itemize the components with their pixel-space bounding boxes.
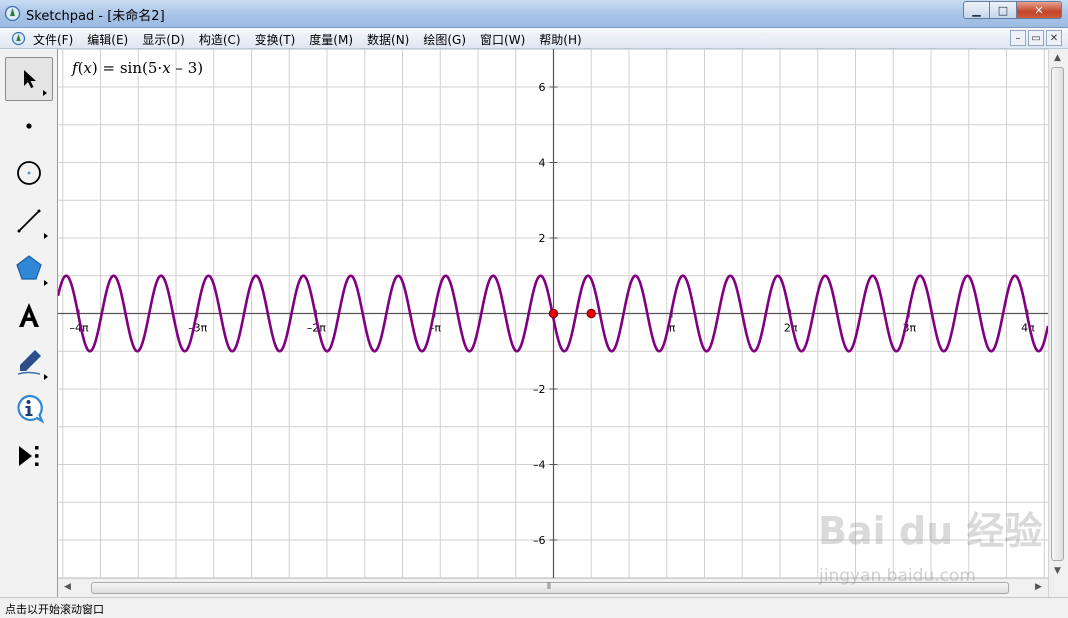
custom-tool-icon xyxy=(19,446,39,466)
custom-tool[interactable] xyxy=(5,434,53,478)
tool-menu-arrow-icon xyxy=(44,280,48,286)
marker-tool[interactable] xyxy=(5,340,53,384)
text-tool-icon xyxy=(19,303,39,327)
close-button[interactable]: ✕ xyxy=(1017,1,1062,19)
y-tick-label: –4 xyxy=(533,459,546,472)
arrow-select-tool[interactable] xyxy=(5,57,53,101)
scroll-right-icon[interactable]: ▶ xyxy=(1035,582,1042,592)
tool-menu-arrow-icon xyxy=(43,90,47,96)
menu-measure[interactable]: 度量(M) xyxy=(309,31,353,48)
menu-graph[interactable]: 绘图(G) xyxy=(423,31,466,48)
menu-bar: 文件(F) 编辑(E) 显示(D) 构造(C) 变换(T) 度量(M) 数据(N… xyxy=(0,28,1068,49)
status-bar: 点击以开始滚动窗口 xyxy=(0,597,1068,618)
function-label[interactable]: f(x) = sin(5·x – 3) xyxy=(72,59,203,77)
menu-edit[interactable]: 编辑(E) xyxy=(87,31,128,48)
scroll-left-icon[interactable]: ◀ xyxy=(64,582,71,592)
scroll-up-icon[interactable]: ▲ xyxy=(1054,53,1061,63)
polygon-tool-icon xyxy=(16,255,42,280)
menu-display[interactable]: 显示(D) xyxy=(142,31,185,48)
menu-file[interactable]: 文件(F) xyxy=(33,31,73,48)
horizontal-scrollbar[interactable]: ◀ ⦀ ▶ xyxy=(58,578,1048,597)
axis-point[interactable] xyxy=(548,308,559,319)
polygon-tool[interactable] xyxy=(5,246,53,290)
straightedge-tool[interactable] xyxy=(5,199,53,243)
x-tick-label: –3π xyxy=(188,322,207,335)
sketch-canvas[interactable]: –4π –3π –2π –π π 2π 3π 4π 6 4 2 –2 –4 –6 f(x) = sin(5… xyxy=(58,49,1048,578)
arrow-select-tool-icon xyxy=(24,70,36,88)
vertical-scroll-thumb[interactable] xyxy=(1051,67,1064,561)
menu-help[interactable]: 帮助(H) xyxy=(539,31,581,48)
graph-plot[interactable]: –4π –3π –2π –π π 2π 3π 4π642–2–4–6 xyxy=(58,49,1048,578)
toolbox xyxy=(0,49,58,597)
y-tick-label: 2 xyxy=(539,232,546,245)
document-icon[interactable] xyxy=(11,31,26,46)
information-tool-icon xyxy=(17,394,45,424)
doc-close-button[interactable]: ✕ xyxy=(1046,30,1062,46)
text-tool[interactable] xyxy=(5,293,53,337)
point-tool-icon xyxy=(26,123,32,129)
y-tick-label: –2 xyxy=(533,383,546,396)
menu-transform[interactable]: 变换(T) xyxy=(255,31,296,48)
tool-menu-arrow-icon xyxy=(44,374,48,380)
scroll-down-icon[interactable]: ▼ xyxy=(1054,566,1061,576)
compass-tool-icon xyxy=(17,161,41,185)
maximize-button[interactable]: □ xyxy=(990,1,1017,19)
status-text: 点击以开始滚动窗口 xyxy=(5,603,104,616)
doc-restore-button[interactable]: ▭ xyxy=(1028,30,1044,46)
information-tool[interactable] xyxy=(5,387,53,431)
doc-minimize-button[interactable]: – xyxy=(1010,30,1026,46)
minimize-button[interactable]: ▁ xyxy=(963,1,990,19)
vertical-scrollbar[interactable]: ▲ ▼ xyxy=(1048,49,1068,597)
tool-menu-arrow-icon xyxy=(44,233,48,239)
horizontal-scroll-thumb[interactable]: ⦀ xyxy=(91,582,1009,594)
y-tick-label: –6 xyxy=(533,534,546,547)
menu-data[interactable]: 数据(N) xyxy=(367,31,409,48)
point-tool[interactable] xyxy=(5,104,53,148)
y-tick-label: 4 xyxy=(539,157,546,170)
sketchpad-app-icon xyxy=(4,5,21,22)
scroll-grip-icon: ⦀ xyxy=(547,582,551,592)
title-bar: Sketchpad - [未命名2] ▁ □ ✕ xyxy=(0,0,1068,28)
menu-construct[interactable]: 构造(C) xyxy=(199,31,241,48)
y-tick-label: 6 xyxy=(539,81,546,94)
marker-tool-icon xyxy=(17,350,41,375)
axis-point[interactable] xyxy=(586,308,596,319)
window-title: Sketchpad - [未命名2] xyxy=(26,9,165,24)
window-controls: ▁ □ ✕ xyxy=(963,1,1062,20)
straightedge-tool-icon xyxy=(17,209,41,233)
compass-tool[interactable] xyxy=(5,151,53,195)
menu-window[interactable]: 窗口(W) xyxy=(480,31,525,48)
